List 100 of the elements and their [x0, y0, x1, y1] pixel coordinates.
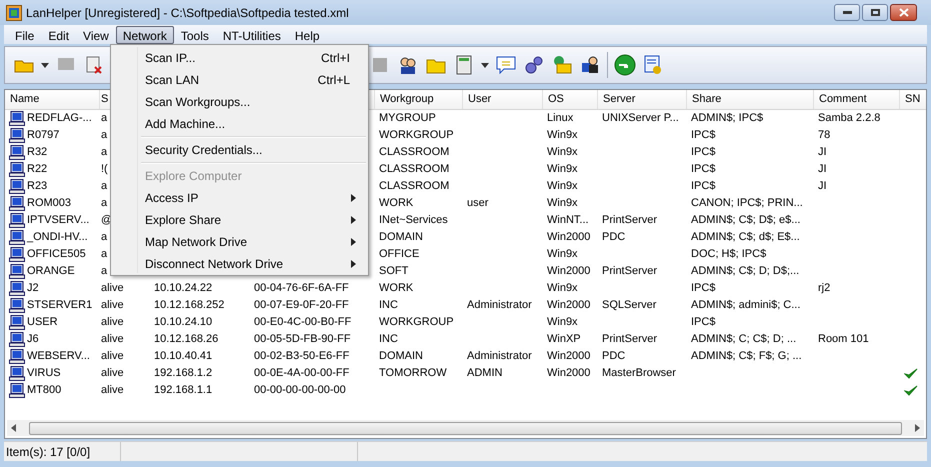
table-cell-text: Administrator — [467, 349, 532, 364]
table-cell-text: ADMIN$; C$; d$; E$... — [691, 230, 800, 246]
column-header[interactable]: Name — [10, 91, 40, 108]
table-cell-text: STSERVER1 — [27, 298, 92, 314]
table-cell-text: Win9x — [547, 196, 578, 212]
submenu-arrow-icon — [351, 216, 356, 224]
menu-item[interactable]: Explore Share — [111, 209, 368, 231]
table-cell-text: 00-04-76-6F-6A-FF — [254, 281, 349, 296]
table-cell-text: CLASSROOM — [379, 145, 450, 160]
table-cell-text: IPC$ — [691, 315, 716, 330]
table-cell-text: JI — [818, 145, 827, 160]
menu-item[interactable]: Edit — [41, 26, 76, 44]
column-header[interactable]: Comment — [819, 91, 867, 108]
dropdown-arrow-icon[interactable] — [41, 62, 49, 68]
table-cell-text: a — [101, 264, 108, 280]
table-cell-text: R32 — [27, 145, 48, 160]
table-cell-text: JI — [818, 179, 827, 194]
table-cell-text: J2 — [27, 281, 39, 296]
column-header[interactable]: OS — [548, 91, 564, 108]
table-cell-text: a — [101, 111, 108, 126]
table-cell-text: MYGROUP — [379, 111, 436, 126]
table-cell-text: Win2000 — [547, 366, 590, 382]
menu-item[interactable]: Scan Workgroups... — [111, 91, 368, 113]
table-cell-text: user — [467, 196, 488, 212]
window-title: LanHelper [Unregistered] - C:\Softpedia\Softpedia tested.xml — [26, 4, 349, 22]
menu-item[interactable]: Disconnect Network Drive — [111, 253, 368, 275]
menu-item[interactable]: Map Network Drive — [111, 231, 368, 253]
chat-bubble-icon[interactable] — [495, 54, 517, 76]
table-cell-text: SOFT — [379, 264, 408, 280]
column-header[interactable]: User — [468, 91, 492, 108]
table-cell-text: _ONDI-HV... — [27, 230, 88, 246]
column-header[interactable]: SN — [905, 91, 920, 108]
column-header[interactable]: Workgroup — [380, 91, 434, 108]
table-cell-text: ADMIN$; C$; F$; G; ... — [691, 349, 802, 364]
minimize-button[interactable] — [834, 4, 860, 21]
table-cell-text: WORK — [379, 196, 414, 212]
table-cell-text: WEBSERV... — [27, 349, 90, 364]
table-cell-text: OFFICE505 — [27, 247, 86, 262]
menu-item[interactable]: Help — [288, 26, 327, 44]
dropdown-arrow-icon[interactable] — [481, 62, 489, 68]
column-header[interactable]: S — [101, 91, 108, 108]
app-icon — [6, 4, 22, 20]
table-cell-text: 10.10.24.10 — [154, 315, 212, 330]
menu-item[interactable]: Network — [116, 26, 174, 44]
table-cell-text: WinXP — [547, 332, 581, 348]
table-cell-text: 192.168.1.1 — [154, 383, 212, 398]
menu-item[interactable]: Access IP — [111, 187, 368, 209]
table-cell-text: J6 — [27, 332, 39, 348]
menu-item[interactable]: Scan LAN Ctrl+L — [111, 69, 368, 91]
menu-item[interactable]: Add Machine... — [111, 113, 368, 135]
table-cell-text: WORK — [379, 281, 414, 296]
table-cell-text: 10.12.168.26 — [154, 332, 218, 348]
maximize-button[interactable] — [862, 4, 888, 21]
table-cell-text: 00-E0-4C-00-B0-FF — [254, 315, 352, 330]
menu-item[interactable]: Tools — [174, 26, 216, 44]
table-cell-text: 00-07-E9-0F-20-FF — [254, 298, 349, 314]
table-cell-text: ADMIN$; C; C$; D; ... — [691, 332, 796, 348]
menu-item[interactable]: View — [76, 26, 116, 44]
menu-item[interactable]: NT-Utilities — [216, 26, 288, 44]
close-button[interactable] — [890, 4, 917, 21]
table-cell-text: a — [101, 230, 108, 246]
table-cell-text: Win9x — [547, 128, 578, 144]
table-cell-text: DOMAIN — [379, 230, 423, 246]
document-gear-icon[interactable] — [642, 54, 664, 76]
menu-item[interactable]: Scan IP... Ctrl+I — [111, 47, 368, 69]
person-computer-icon[interactable] — [579, 54, 601, 76]
table-cell-text: R22 — [27, 162, 48, 178]
column-header[interactable]: Share — [692, 91, 722, 108]
table-cell-text: rj2 — [818, 281, 830, 296]
table-cell-text: IPC$ — [691, 128, 716, 144]
table-cell-text: a — [101, 128, 108, 144]
table-cell-text: 10.12.168.252 — [154, 298, 224, 314]
table-cell-text: a — [101, 196, 108, 212]
table-cell-text: Room 101 — [818, 332, 869, 348]
table-cell-text: WORKGROUP — [379, 128, 454, 144]
table-cell-text: IPC$ — [691, 179, 716, 194]
table-cell-text: Win2000 — [547, 349, 590, 364]
table-cell-text: alive — [101, 383, 124, 398]
table-cell-text: 00-02-B3-50-E6-FF — [254, 349, 350, 364]
horizontal-scrollbar[interactable] — [7, 420, 924, 436]
close-icon — [898, 8, 908, 17]
table-cell-text: 10.10.40.41 — [154, 349, 212, 364]
table-cell-text: Win2000 — [547, 298, 590, 314]
table-cell-text: WORKGROUP — [379, 315, 454, 330]
key-icon[interactable] — [614, 54, 636, 76]
menu-item[interactable]: File — [8, 26, 42, 44]
table-cell-text: Samba 2.2.8 — [818, 111, 880, 126]
menu-item[interactable]: Security Credentials... — [111, 139, 368, 161]
table-cell-text: alive — [101, 298, 124, 314]
table-cell-text: IPC$ — [691, 145, 716, 160]
table-cell-text: TOMORROW — [379, 366, 447, 382]
table-cell-text: INC — [379, 298, 398, 314]
table-cell-text: ADMIN$; C$; D; D$;... — [691, 264, 800, 280]
table-cell-text: R23 — [27, 179, 48, 194]
table-cell-text: Win2000 — [547, 264, 590, 280]
table-cell-text: R0797 — [27, 128, 60, 144]
column-header[interactable]: Server — [603, 91, 636, 108]
table-cell-text: alive — [101, 281, 124, 296]
globe-folder-icon[interactable] — [551, 54, 573, 76]
table-cell-text: IPTVSERV... — [27, 213, 90, 228]
